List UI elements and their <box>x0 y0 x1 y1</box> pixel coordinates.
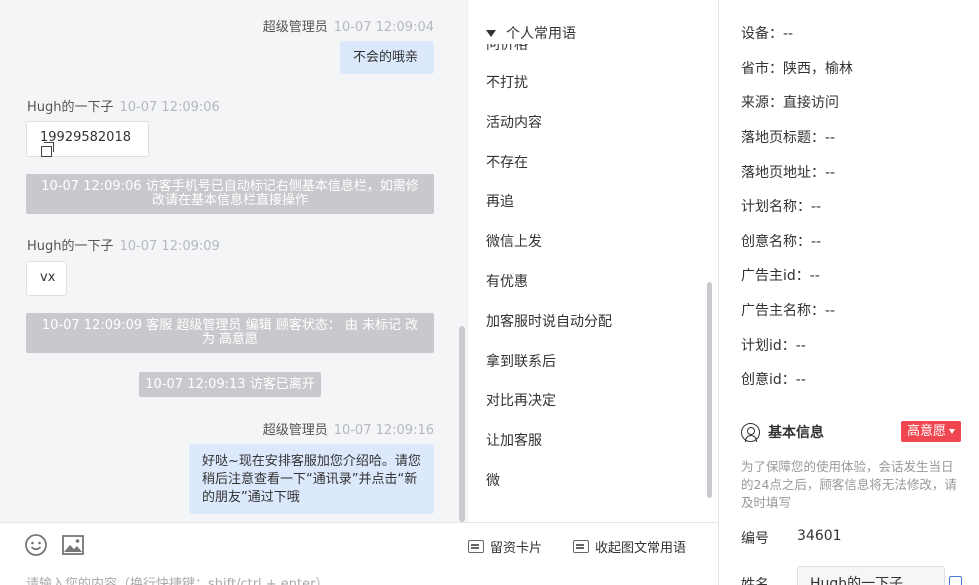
info-label: 落地页标题： <box>741 130 825 146</box>
info-value: -- <box>825 165 836 181</box>
info-label: 创意id： <box>741 372 796 388</box>
visitor-message-bubble: vx <box>26 261 67 296</box>
id-label: 编号 <box>741 531 769 547</box>
chat-history[interactable]: 超级管理员 10-07 12:09:04 不会的哦亲 Hugh的一下子 10-07 … <box>0 0 467 522</box>
message-time: 10-07 12:09:04 <box>333 20 434 35</box>
phrases-panel: 个人常用语 问价格 不打扰 活动内容 不存在 再追 微信上发 有优惠 加客服时说… <box>467 0 718 522</box>
user-circle-icon <box>741 422 760 442</box>
phrase-item[interactable]: 活动内容 <box>486 112 542 132</box>
message-meta: Hugh的一下子 10-07 12:09:09 <box>27 235 220 254</box>
message-meta: 超级管理员 10-07 12:09:04 <box>220 16 434 35</box>
intent-status-dropdown[interactable]: 高意愿 <box>901 421 962 442</box>
message-time: 10-07 12:09:09 <box>119 239 220 254</box>
info-row-creative-id: 创意id：-- <box>741 369 806 389</box>
basic-info-label: 基本信息 <box>768 425 824 441</box>
info-value: -- <box>783 26 794 42</box>
card-icon <box>468 540 484 553</box>
agent-message-bubble: 不会的哦亲 <box>340 41 434 74</box>
info-value: -- <box>795 372 806 388</box>
info-value: -- <box>809 268 820 284</box>
info-row-device: 设备：-- <box>741 23 793 43</box>
phrase-item[interactable]: 不打扰 <box>486 72 528 92</box>
phrases-group-header[interactable]: 个人常用语 <box>486 22 706 44</box>
info-value: 直接访问 <box>783 95 839 111</box>
info-row-advertiser-name: 广告主名称：-- <box>741 300 835 320</box>
system-message: 10-07 12:09:09 客服 超级管理员 编辑 顾客状态： 由 未标记 改… <box>26 313 434 353</box>
collapse-phrases-label: 收起图文常用语 <box>595 541 687 556</box>
copy-icon[interactable] <box>41 142 54 157</box>
phrases-icon <box>573 540 589 553</box>
system-message: 10-07 12:09:06 访客手机号已自动标记右侧基本信息栏，如需修改请在基… <box>26 174 434 214</box>
message-input[interactable]: 请输入您的内容（换行快捷键：shift/ctrl + enter） <box>26 573 329 585</box>
info-label: 创意名称： <box>741 234 811 250</box>
agent-message-bubble: 好哒~现在安排客服加您介绍哈。请您稍后注意查看一下“通讯录”并点击“新的朋友”通… <box>189 444 434 514</box>
phrase-item[interactable]: 再追 <box>486 191 514 211</box>
info-row-plan-name: 计划名称：-- <box>741 196 821 216</box>
edit-icon[interactable] <box>949 576 962 585</box>
leave-card-button[interactable]: 留资卡片 <box>468 537 542 556</box>
phrase-item[interactable]: 微 <box>486 470 500 490</box>
info-label: 计划id： <box>741 338 796 354</box>
info-label: 广告主名称： <box>741 303 825 319</box>
sender-name: 超级管理员 <box>262 423 328 438</box>
intent-status-label: 高意愿 <box>907 424 947 439</box>
system-message: 10-07 12:09:13 访客已离开 <box>139 372 321 397</box>
info-label: 省市： <box>741 61 783 77</box>
chat-scrollbar[interactable] <box>459 326 465 522</box>
caret-down-icon <box>486 29 496 37</box>
phrases-scrollbar[interactable] <box>707 282 712 498</box>
sender-name: Hugh的一下子 <box>27 239 114 254</box>
message-meta: 超级管理员 10-07 12:09:16 <box>220 419 434 438</box>
phrase-item[interactable]: 让加客服 <box>486 430 542 450</box>
input-area: 留资卡片 收起图文常用语 请输入您的内容（换行快捷键：shift/ctrl + … <box>0 522 718 585</box>
info-value: -- <box>825 130 836 146</box>
message-time: 10-07 12:09:06 <box>119 100 220 115</box>
info-row-landing-url: 落地页地址：-- <box>741 162 835 182</box>
caret-down-icon <box>949 429 956 434</box>
info-label: 广告主id： <box>741 268 810 284</box>
info-value: -- <box>811 199 822 215</box>
phrase-item[interactable]: 微信上发 <box>486 231 542 251</box>
info-label: 落地页地址： <box>741 165 825 181</box>
id-value: 34601 <box>797 528 842 544</box>
message-meta: Hugh的一下子 10-07 12:09:06 <box>27 96 220 115</box>
collapse-phrases-button[interactable]: 收起图文常用语 <box>573 537 686 556</box>
info-value: -- <box>811 234 822 250</box>
phrase-item[interactable]: 有优惠 <box>486 271 528 291</box>
phrase-item[interactable]: 对比再决定 <box>486 390 556 410</box>
phrase-item[interactable]: 拿到联系后 <box>486 351 556 371</box>
name-label: 姓名 <box>741 577 769 585</box>
message-time: 10-07 12:09:16 <box>333 423 434 438</box>
info-row-source: 来源：直接访问 <box>741 92 839 112</box>
info-label: 设备： <box>741 26 783 42</box>
basic-info-title: 基本信息 <box>741 422 824 442</box>
info-row-plan-id: 计划id：-- <box>741 335 806 355</box>
visitor-info-panel: 设备：-- 省市：陕西，榆林 来源：直接访问 落地页标题：-- 落地页地址：--… <box>718 0 979 585</box>
info-value: -- <box>825 303 836 319</box>
info-row-creative-name: 创意名称：-- <box>741 231 821 251</box>
smile-icon[interactable] <box>24 533 48 557</box>
info-value: -- <box>795 338 806 354</box>
phrase-item[interactable]: 不存在 <box>486 152 528 172</box>
info-label: 计划名称： <box>741 199 811 215</box>
phrase-item[interactable]: 加客服时说自动分配 <box>486 311 612 331</box>
info-value: 陕西，榆林 <box>783 61 853 77</box>
info-row-landing-title: 落地页标题：-- <box>741 127 835 147</box>
phrases-group-title: 个人常用语 <box>506 26 576 42</box>
name-input[interactable]: Hugh的一下子 <box>797 566 945 585</box>
edit-deadline-notice: 为了保障您的使用体验，会话发生当日的24点之后，顾客信息将无法修改，请及时填写 <box>741 459 957 510</box>
info-label: 来源： <box>741 95 783 111</box>
sender-name: Hugh的一下子 <box>27 100 114 115</box>
info-row-region: 省市：陕西，榆林 <box>741 58 853 78</box>
info-row-advertiser-id: 广告主id：-- <box>741 265 820 285</box>
leave-card-label: 留资卡片 <box>490 541 543 556</box>
image-icon[interactable] <box>61 533 85 557</box>
chat-workspace: 超级管理员 10-07 12:09:04 不会的哦亲 Hugh的一下子 10-07 … <box>0 0 979 585</box>
visitor-message-bubble: 19929582018 <box>26 121 149 157</box>
sender-name: 超级管理员 <box>262 20 328 35</box>
